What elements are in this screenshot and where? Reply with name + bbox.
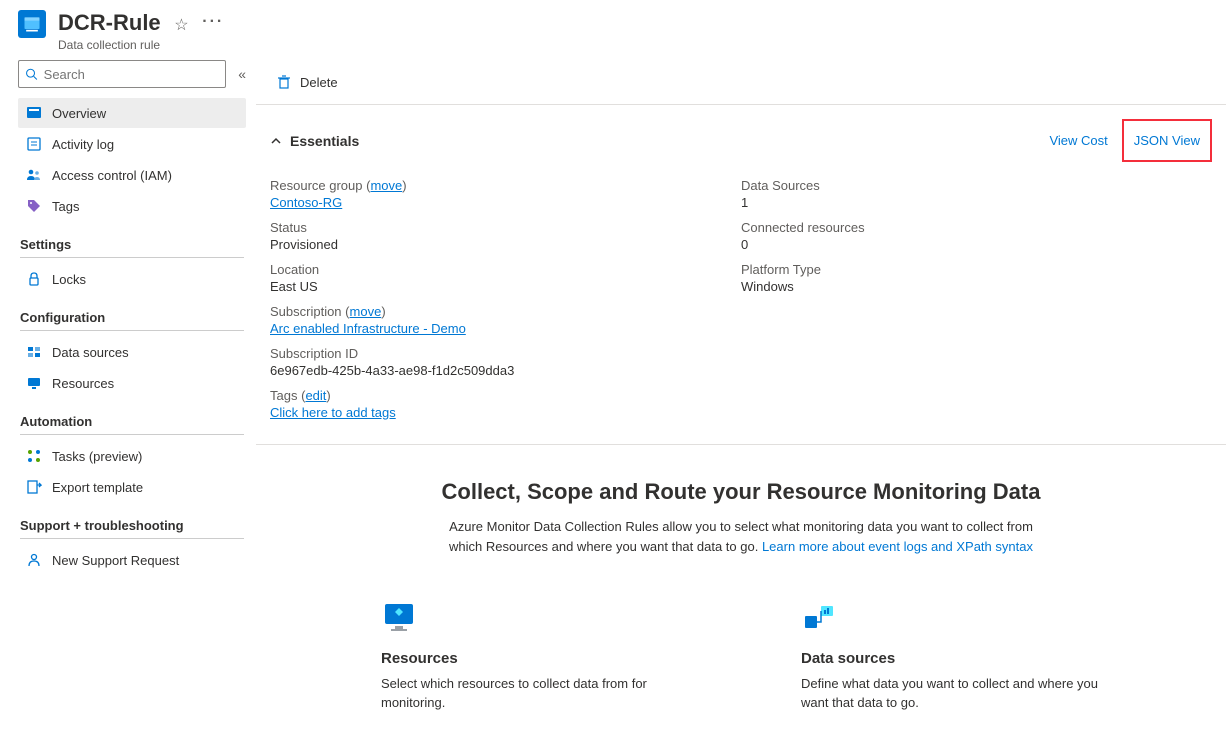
connected-resources-value: 0 [741,237,1212,252]
sidebar-item-label: Access control (IAM) [52,168,172,183]
sidebar-item-locks[interactable]: Locks [18,264,246,294]
platform-type-label: Platform Type [741,262,1212,277]
data-sources-label: Data Sources [741,178,1212,193]
status-label: Status [270,220,741,235]
chevron-up-icon [270,135,282,147]
tags-icon [26,198,42,214]
sidebar-group-support: Support + troubleshooting [20,518,246,533]
data-sources-icon [26,344,42,360]
search-input[interactable] [44,67,220,82]
data-sources-card-icon [801,600,837,636]
essentials-label: Essentials [290,133,359,149]
monitor-icon [381,600,417,636]
sidebar-group-configuration: Configuration [20,310,246,325]
platform-type-value: Windows [741,279,1212,294]
data-sources-value: 1 [741,195,1212,210]
export-template-icon [26,479,42,495]
connected-resources-label: Connected resources [741,220,1212,235]
data-sources-card[interactable]: Data sources Define what data you want t… [801,600,1101,713]
sidebar-item-data-sources[interactable]: Data sources [18,337,246,367]
hero-description: Azure Monitor Data Collection Rules allo… [431,517,1051,556]
sidebar-item-label: Activity log [52,137,114,152]
json-view-highlight: JSON View [1122,119,1212,162]
sidebar-item-overview[interactable]: Overview [18,98,246,128]
sidebar-item-tasks[interactable]: Tasks (preview) [18,441,246,471]
tags-label: Tags (edit) [270,388,741,403]
json-view-link[interactable]: JSON View [1134,133,1200,148]
location-value: East US [270,279,741,294]
subscription-label: Subscription (move) [270,304,741,319]
resources-card-title: Resources [381,650,681,667]
tags-edit-link[interactable]: edit [305,388,326,403]
more-menu-icon[interactable]: ··· [202,13,224,31]
sidebar-item-label: Overview [52,106,106,121]
delete-label: Delete [300,75,338,90]
sidebar-item-label: New Support Request [52,553,179,568]
data-sources-card-desc: Define what data you want to collect and… [801,675,1101,713]
resource-group-label: Resource group (move) [270,178,741,193]
sidebar-item-resources[interactable]: Resources [18,368,246,398]
learn-more-link[interactable]: Learn more about event logs and XPath sy… [762,539,1033,554]
page-title: DCR-Rule [58,10,161,36]
lock-icon [26,271,42,287]
resource-group-value-link[interactable]: Contoso-RG [270,195,342,210]
subscription-value-link[interactable]: Arc enabled Infrastructure - Demo [270,321,466,336]
essentials-toggle[interactable]: Essentials [270,133,359,149]
main-content: Delete Essentials View Cost JSON View [256,60,1226,737]
resources-icon [26,375,42,391]
view-cost-link[interactable]: View Cost [1049,133,1107,148]
divider [20,434,244,435]
sidebar-item-new-support-request[interactable]: New Support Request [18,545,246,575]
support-icon [26,552,42,568]
activity-log-icon [26,136,42,152]
divider [20,257,244,258]
essentials-panel: Resource group (move) Contoso-RG Status … [256,168,1226,445]
subscription-move-link[interactable]: move [350,304,382,319]
page-subtitle: Data collection rule [58,38,224,52]
cards-row: Resources Select which resources to coll… [256,576,1226,737]
resources-card-desc: Select which resources to collect data f… [381,675,681,713]
search-icon [25,67,38,81]
sidebar-item-activity-log[interactable]: Activity log [18,129,246,159]
hero-section: Collect, Scope and Route your Resource M… [256,445,1226,576]
tags-add-link[interactable]: Click here to add tags [270,405,396,420]
resource-icon [18,10,46,38]
data-sources-card-title: Data sources [801,650,1101,667]
overview-icon [26,105,42,121]
divider [20,538,244,539]
location-label: Location [270,262,741,277]
sidebar-item-label: Resources [52,376,114,391]
sidebar-item-label: Tasks (preview) [52,449,142,464]
collapse-sidebar-icon[interactable]: « [238,66,246,82]
sidebar-item-export-template[interactable]: Export template [18,472,246,502]
page-header: DCR-Rule ☆ ··· Data collection rule [0,0,1226,60]
command-bar: Delete [256,60,1226,105]
sidebar-item-label: Locks [52,272,86,287]
sidebar-item-label: Export template [52,480,143,495]
status-value: Provisioned [270,237,741,252]
sidebar-search[interactable] [18,60,226,88]
sidebar-group-settings: Settings [20,237,246,252]
divider [20,330,244,331]
resource-group-move-link[interactable]: move [370,178,402,193]
favorite-star-icon[interactable]: ☆ [174,15,188,35]
sidebar: « Overview Activity log Access control (… [0,60,256,737]
sidebar-group-automation: Automation [20,414,246,429]
hero-title: Collect, Scope and Route your Resource M… [316,479,1166,505]
trash-icon [276,74,292,90]
sidebar-item-label: Tags [52,199,79,214]
subscription-id-value: 6e967edb-425b-4a33-ae98-f1d2c509dda3 [270,363,741,378]
subscription-id-label: Subscription ID [270,346,741,361]
resources-card[interactable]: Resources Select which resources to coll… [381,600,681,713]
sidebar-item-label: Data sources [52,345,129,360]
tasks-icon [26,448,42,464]
sidebar-item-tags[interactable]: Tags [18,191,246,221]
delete-button[interactable]: Delete [270,70,344,94]
access-control-icon [26,167,42,183]
sidebar-item-access-control[interactable]: Access control (IAM) [18,160,246,190]
